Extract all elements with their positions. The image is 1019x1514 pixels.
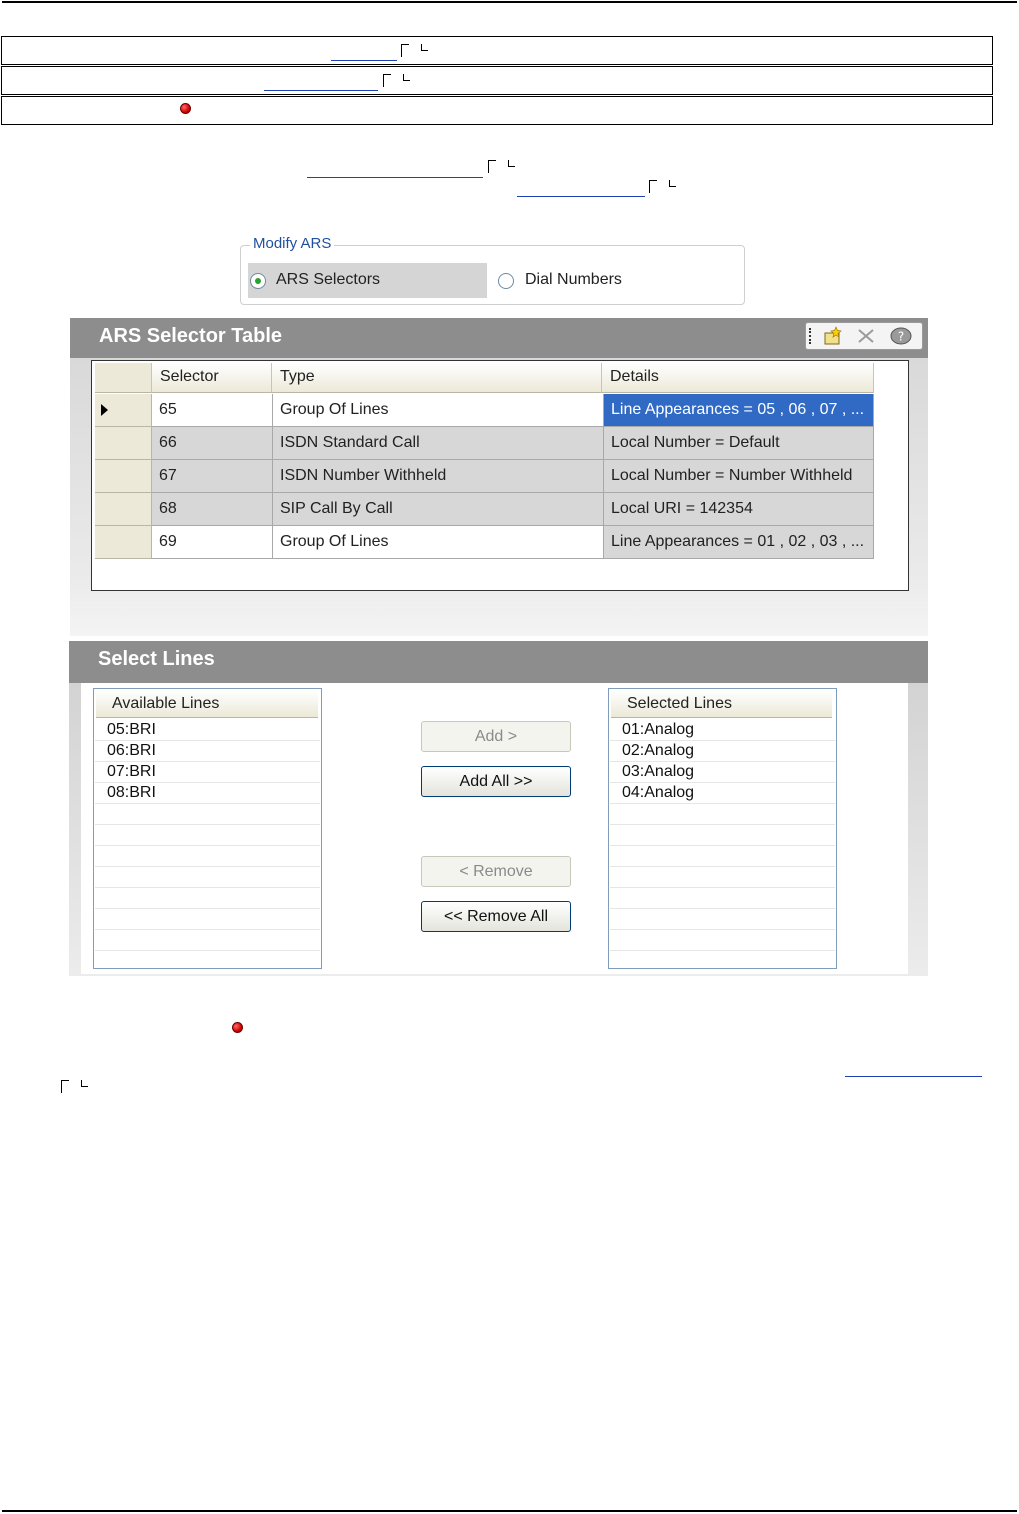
empty-list-row (610, 909, 835, 930)
available-lines-header[interactable]: Available Lines (96, 690, 318, 718)
empty-list-row (95, 930, 320, 951)
list-item[interactable]: 04:Analog (610, 783, 835, 804)
column-header-type[interactable]: Type (272, 363, 602, 393)
list-item[interactable]: 08:BRI (95, 783, 320, 804)
column-header-selector[interactable]: Selector (152, 363, 272, 393)
merge-indicator-icon (232, 1022, 243, 1033)
toolbar-grip-icon (809, 328, 813, 344)
row-header-corner (95, 363, 152, 393)
column-header-details[interactable]: Details (602, 363, 874, 393)
table-cell-type[interactable]: ISDN Number Withheld (273, 460, 604, 493)
table-cell-type[interactable]: Group Of Lines (273, 394, 604, 427)
list-item[interactable]: 02:Analog (610, 741, 835, 762)
ars-selector-table-title: ARS Selector Table (99, 325, 283, 347)
doc-table-row-1 (1, 36, 993, 65)
empty-list-row (95, 846, 320, 867)
top-rule (2, 1, 1017, 3)
doc-link-5[interactable] (845, 1076, 982, 1077)
list-item[interactable]: 06:BRI (95, 741, 320, 762)
table-cell-selector[interactable]: 66 (152, 427, 273, 460)
doc-table-row-3 (1, 96, 993, 125)
selected-lines-header[interactable]: Selected Lines (611, 690, 832, 718)
doc-table-row-2 (1, 66, 993, 95)
doc-link-1[interactable] (331, 60, 397, 61)
modify-ars-title: Modify ARS (250, 235, 335, 252)
delete-icon[interactable] (856, 327, 876, 345)
list-item[interactable]: 05:BRI (95, 720, 320, 741)
select-lines-title: Select Lines (98, 648, 215, 670)
empty-list-row (95, 867, 320, 888)
new-item-icon[interactable] (822, 326, 844, 346)
page-ref-icon (383, 74, 411, 87)
row-header[interactable] (95, 526, 152, 559)
ars-selectors-option[interactable]: ARS Selectors (248, 263, 487, 298)
row-header[interactable] (95, 427, 152, 460)
row-header[interactable] (95, 460, 152, 493)
remove-all-button[interactable]: << Remove All (421, 901, 571, 932)
help-icon[interactable]: ? (890, 326, 912, 346)
table-cell-selector[interactable]: 65 (152, 394, 273, 427)
doc-link-4[interactable] (517, 196, 645, 197)
dial-numbers-label: Dial Numbers (525, 271, 622, 288)
empty-list-row (610, 867, 835, 888)
bottom-rule (2, 1510, 1017, 1512)
empty-list-row (610, 930, 835, 951)
table-toolbar: ? (805, 322, 923, 350)
empty-list-row (610, 888, 835, 909)
page-ref-icon (401, 44, 429, 57)
doc-link-3[interactable] (307, 177, 483, 178)
empty-list-row (95, 888, 320, 909)
doc-link-2[interactable] (264, 90, 378, 91)
add-button[interactable]: Add > (421, 721, 571, 752)
table-cell-details[interactable]: Local URI = 142354 (604, 493, 874, 526)
table-cell-details[interactable]: Line Appearances = 01 , 02 , 03 , ... (604, 526, 874, 559)
table-cell-details[interactable]: Local Number = Default (604, 427, 874, 460)
current-row-icon (101, 404, 108, 416)
empty-list-row (610, 804, 835, 825)
page-ref-icon (61, 1080, 89, 1093)
empty-list-row (610, 825, 835, 846)
list-item[interactable]: 07:BRI (95, 762, 320, 783)
empty-list-row (610, 846, 835, 867)
radio-checked-icon[interactable] (250, 273, 266, 289)
empty-list-row (95, 909, 320, 930)
table-cell-details[interactable]: Local Number = Number Withheld (604, 460, 874, 493)
list-item[interactable]: 03:Analog (610, 762, 835, 783)
row-header[interactable] (95, 493, 152, 526)
merge-indicator-icon (180, 103, 191, 114)
list-item[interactable]: 01:Analog (610, 720, 835, 741)
remove-button[interactable]: < Remove (421, 856, 571, 887)
ars-selectors-label: ARS Selectors (276, 271, 381, 288)
empty-list-row (95, 804, 320, 825)
empty-list-row (95, 825, 320, 846)
page-ref-icon (649, 180, 677, 193)
add-all-button[interactable]: Add All >> (421, 766, 571, 797)
svg-text:?: ? (898, 330, 904, 344)
table-cell-selector[interactable]: 67 (152, 460, 273, 493)
row-header[interactable] (95, 394, 152, 427)
table-cell-selector[interactable]: 68 (152, 493, 273, 526)
table-cell-type[interactable]: Group Of Lines (273, 526, 604, 559)
page-ref-icon (488, 160, 516, 173)
radio-unchecked-icon[interactable] (498, 273, 514, 289)
table-cell-type[interactable]: ISDN Standard Call (273, 427, 604, 460)
dial-numbers-option[interactable]: Dial Numbers (496, 263, 696, 298)
table-cell-selector[interactable]: 69 (152, 526, 273, 559)
table-cell-details[interactable]: Line Appearances = 05 , 06 , 07 , ... (604, 394, 874, 427)
table-cell-type[interactable]: SIP Call By Call (273, 493, 604, 526)
